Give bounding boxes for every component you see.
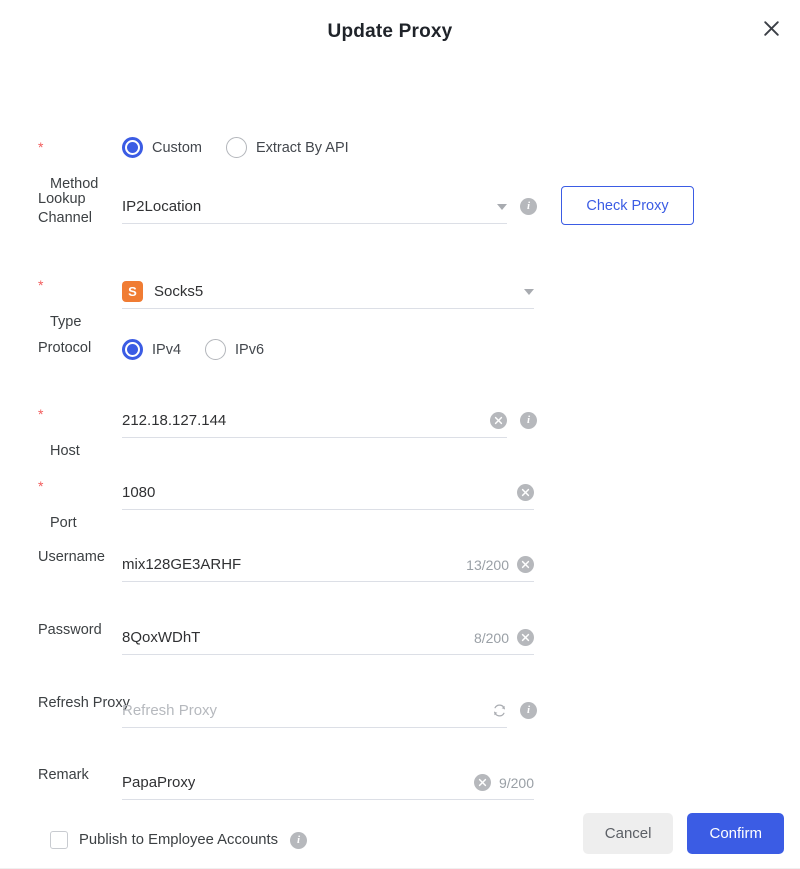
form-row-remark: Remark PapaProxy 9/200 <box>0 766 800 800</box>
type-label: * Type <box>38 277 82 330</box>
radio-protocol-ipv6[interactable]: IPv6 <box>205 339 264 360</box>
publish-checkbox[interactable] <box>50 831 68 849</box>
username-input[interactable]: mix128GE3ARHF 13/200 <box>122 548 534 582</box>
form-row-refresh-proxy: Refresh Proxy Refresh Proxy i <box>0 694 800 728</box>
method-label: * Method <box>38 139 99 192</box>
method-radio-group: Custom Extract By API <box>122 137 800 158</box>
lookup-channel-select[interactable]: IP2Location <box>122 190 507 224</box>
confirm-button[interactable]: Confirm <box>687 813 784 854</box>
clear-icon[interactable] <box>490 412 507 429</box>
radio-label: IPv6 <box>235 341 265 358</box>
protocol-radio-group: IPv4 IPv6 <box>122 339 800 360</box>
update-proxy-dialog: Update Proxy * Method Custom Extract By … <box>0 0 800 869</box>
socks5-badge-icon: S <box>122 281 143 302</box>
clear-icon[interactable] <box>473 774 491 791</box>
radio-method-custom[interactable]: Custom <box>122 137 202 158</box>
form-row-host: * Host 212.18.127.144 i <box>0 404 800 461</box>
clear-icon[interactable] <box>517 484 534 501</box>
close-icon[interactable] <box>757 14 785 42</box>
required-asterisk: * <box>38 277 44 293</box>
radio-label: Extract By API <box>255 139 349 156</box>
publish-label: Publish to Employee Accounts <box>79 832 279 848</box>
radio-mark-icon <box>205 339 227 360</box>
type-select[interactable]: S Socks5 <box>122 275 534 309</box>
host-label: * Host <box>38 406 80 459</box>
protocol-label: Protocol <box>38 340 92 356</box>
remark-value: PapaProxy <box>122 773 196 791</box>
password-input[interactable]: 8QoxWDhT 8/200 <box>122 621 534 655</box>
clear-icon[interactable] <box>517 556 534 573</box>
required-asterisk: * <box>38 478 44 494</box>
radio-label: IPv4 <box>152 341 182 358</box>
password-value: 8QoxWDhT <box>122 628 201 646</box>
remark-counter: 9/200 <box>498 774 534 791</box>
publish-to-employee-accounts-row[interactable]: Publish to Employee Accounts i <box>50 831 308 849</box>
chevron-down-icon[interactable] <box>524 288 534 295</box>
page-title: Update Proxy <box>327 21 453 42</box>
password-label: Password <box>38 622 102 638</box>
refresh-proxy-input[interactable]: Refresh Proxy <box>122 694 507 728</box>
remark-label: Remark <box>38 767 89 783</box>
dialog-footer: Cancel Confirm <box>582 813 784 854</box>
radio-method-extract-by-api[interactable]: Extract By API <box>225 137 349 158</box>
form-row-port: * Port 1080 <box>0 476 800 533</box>
required-asterisk: * <box>38 139 44 155</box>
username-counter: 13/200 <box>466 556 509 573</box>
username-value: mix128GE3ARHF <box>122 555 242 573</box>
remark-input[interactable]: PapaProxy 9/200 <box>122 766 534 800</box>
refresh-icon[interactable] <box>492 703 507 718</box>
port-input[interactable]: 1080 <box>122 476 534 510</box>
clear-icon[interactable] <box>517 629 534 646</box>
radio-protocol-ipv4[interactable]: IPv4 <box>122 339 181 360</box>
lookup-channel-info-icon[interactable]: i <box>520 198 537 215</box>
form-row-type: * Type S Socks5 <box>0 275 800 332</box>
password-counter: 8/200 <box>473 629 509 646</box>
refresh-proxy-info-icon[interactable]: i <box>520 702 537 719</box>
check-proxy-button[interactable]: Check Proxy <box>561 186 694 225</box>
lookup-channel-value: IP2Location <box>122 197 202 215</box>
radio-mark-icon <box>122 339 143 360</box>
username-label: Username <box>38 549 105 565</box>
host-value: 212.18.127.144 <box>122 411 227 429</box>
cancel-button[interactable]: Cancel <box>582 813 674 854</box>
port-label: * Port <box>38 478 77 531</box>
publish-info-icon[interactable]: i <box>290 831 308 849</box>
form-row-password: Password 8QoxWDhT 8/200 <box>0 621 800 655</box>
dialog-header: Update Proxy <box>0 0 800 62</box>
form-row-lookup-channel: Lookup Channel IP2Location i Check Proxy <box>0 186 800 228</box>
form-row-username: Username mix128GE3ARHF 13/200 <box>0 548 800 582</box>
type-value: Socks5 <box>154 282 204 300</box>
radio-label: Custom <box>152 139 202 156</box>
refresh-proxy-label: Refresh Proxy <box>38 695 130 711</box>
chevron-down-icon[interactable] <box>497 203 507 210</box>
lookup-channel-label: Lookup Channel <box>38 191 93 226</box>
refresh-proxy-placeholder: Refresh Proxy <box>122 701 218 719</box>
required-asterisk: * <box>38 406 44 422</box>
host-info-icon[interactable]: i <box>520 412 537 429</box>
host-input[interactable]: 212.18.127.144 <box>122 404 507 438</box>
radio-mark-icon <box>225 137 247 158</box>
port-value: 1080 <box>122 483 156 501</box>
radio-mark-icon <box>122 137 143 158</box>
form-row-protocol: Protocol IPv4 IPv6 <box>0 339 800 360</box>
